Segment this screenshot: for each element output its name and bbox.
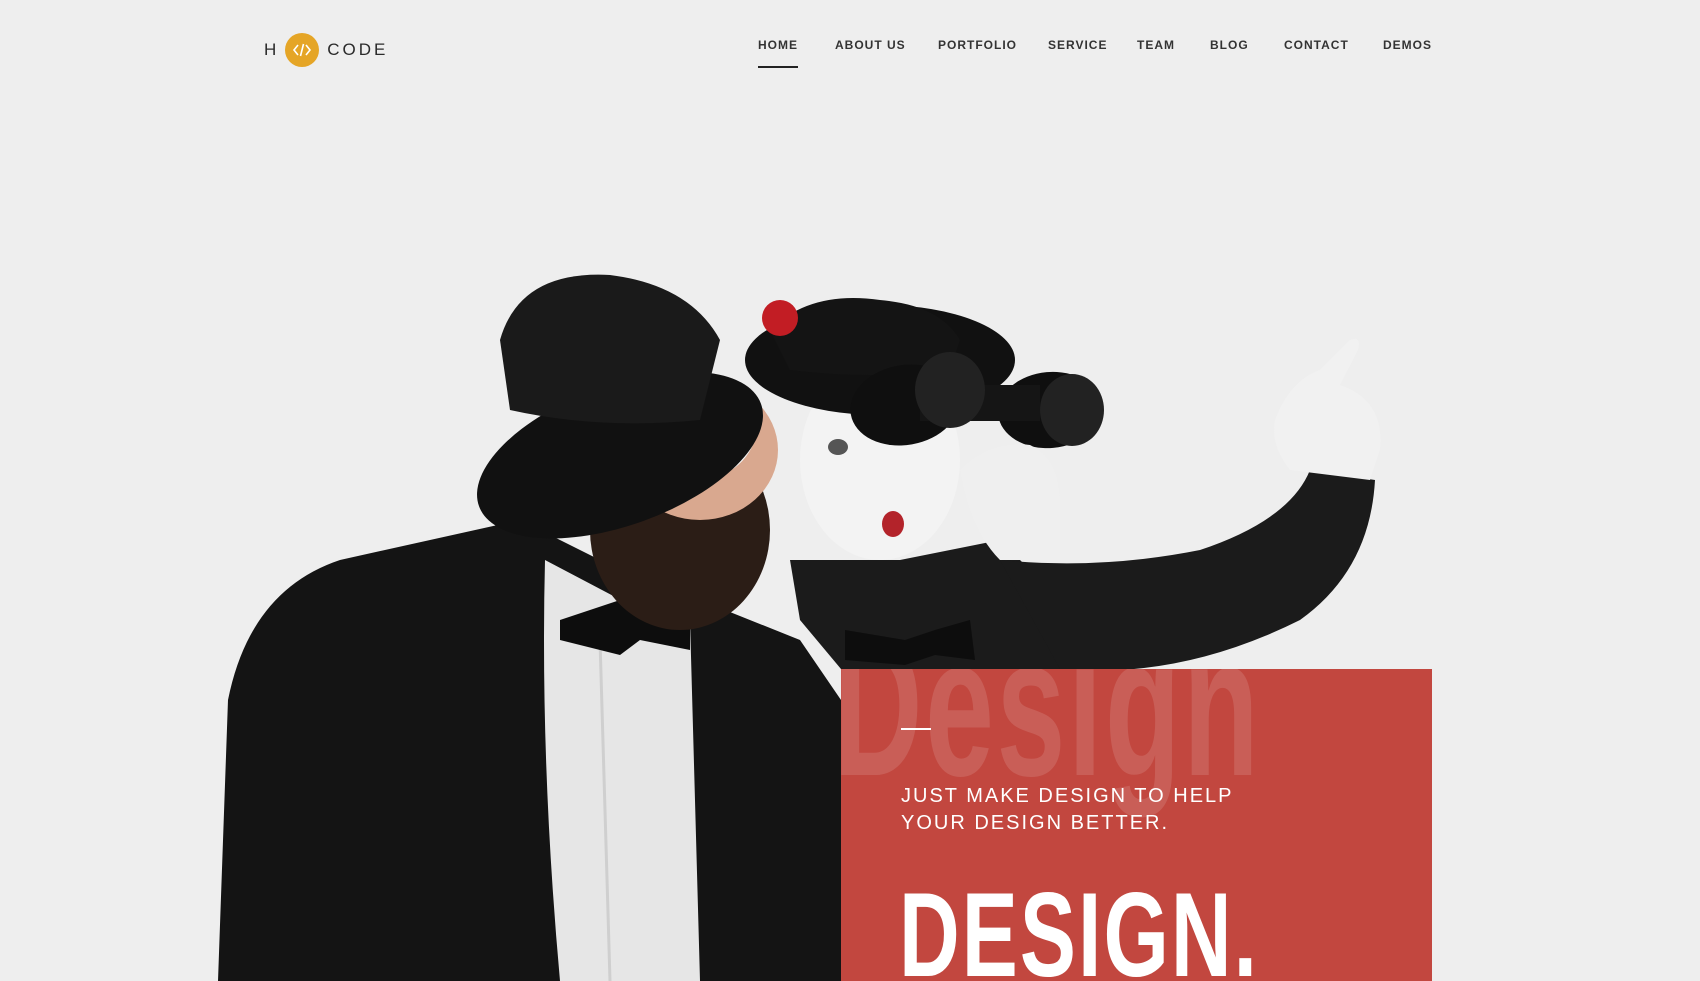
- hero-panel: Design JUST MAKE DESIGN TO HELP YOUR DES…: [841, 669, 1432, 981]
- code-brackets-icon: [285, 33, 320, 67]
- logo[interactable]: H CODE: [264, 32, 388, 68]
- man-hat-crown: [500, 274, 720, 424]
- hat-flower: [762, 300, 798, 336]
- holding-glove: [960, 444, 1061, 560]
- panel-title: DESIGN.: [899, 868, 1260, 981]
- panel-tagline: JUST MAKE DESIGN TO HELP YOUR DESIGN BET…: [901, 785, 1234, 834]
- page: H CODE HOME ABOUT US PORTFOLIO SERVICE T…: [0, 0, 1700, 981]
- nav-item-portfolio[interactable]: PORTFOLIO: [938, 38, 1017, 52]
- nav-item-about-us[interactable]: ABOUT US: [835, 38, 906, 52]
- pointing-glove: [1274, 338, 1381, 480]
- logo-letter-h: H: [264, 40, 280, 59]
- nav-item-blog[interactable]: BLOG: [1210, 38, 1249, 52]
- logo-word: CODE: [327, 40, 389, 59]
- nav-item-home[interactable]: HOME: [758, 38, 798, 68]
- panel-divider: [901, 728, 931, 730]
- nav-item-contact[interactable]: CONTACT: [1284, 38, 1349, 52]
- woman-lips: [882, 511, 904, 537]
- nav-item-demos[interactable]: DEMOS: [1383, 38, 1432, 52]
- main-nav: HOME ABOUT US PORTFOLIO SERVICE TEAM BLO…: [758, 38, 1700, 68]
- nav-item-team[interactable]: TEAM: [1137, 38, 1175, 52]
- nav-item-service[interactable]: SERVICE: [1048, 38, 1107, 52]
